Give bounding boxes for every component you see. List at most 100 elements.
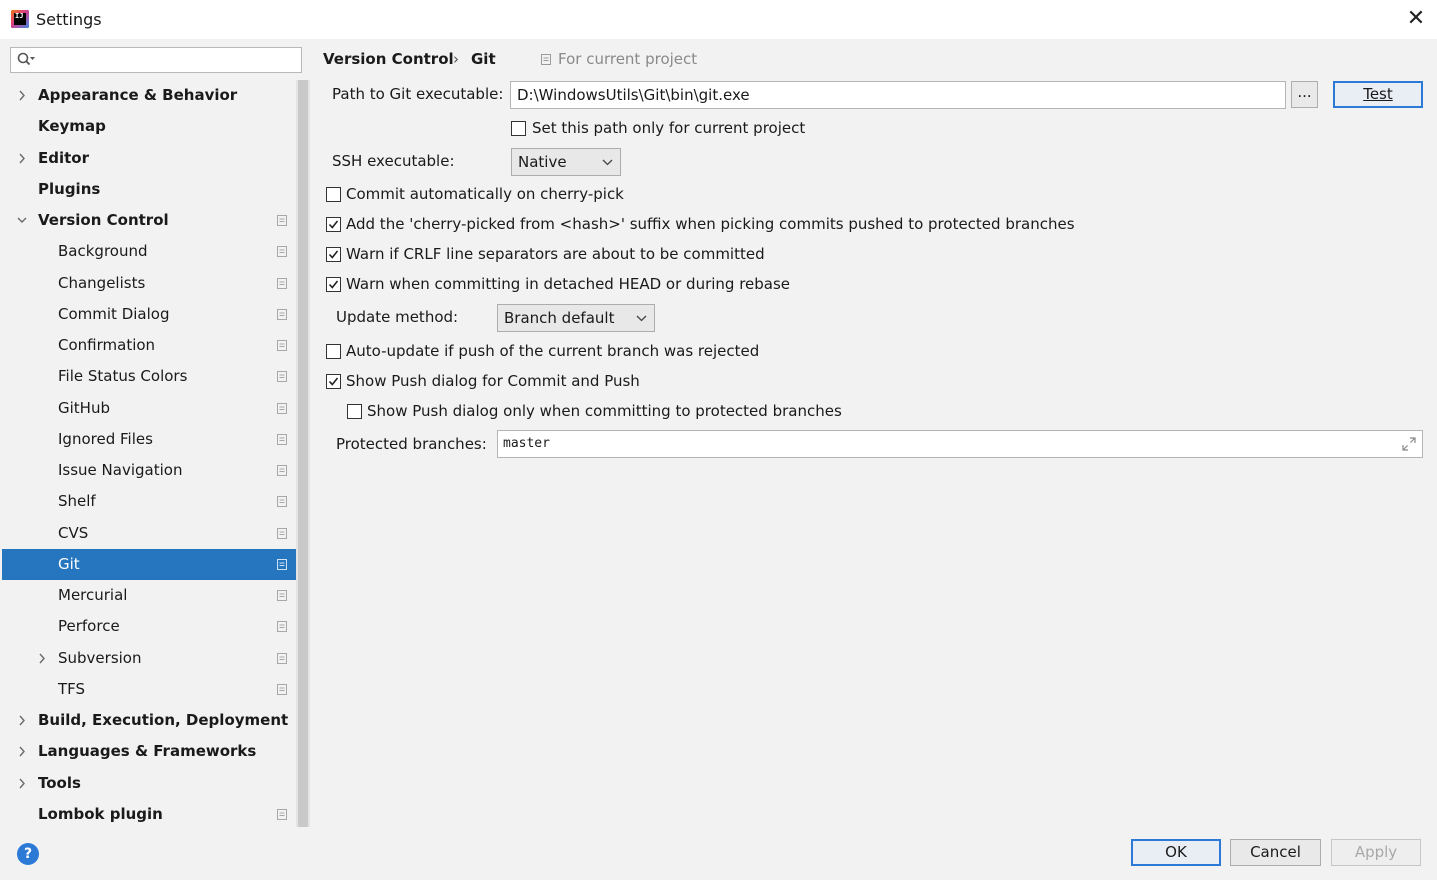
- sidebar-item-label: Changelists: [58, 273, 146, 292]
- sidebar-item-label: Mercurial: [58, 586, 128, 604]
- settings-sidebar: Appearance & Behavior Keymap Editor Plugins…: [2, 39, 310, 827]
- sidebar-item-appearance-and-behavior[interactable]: Appearance & Behavior: [2, 80, 296, 111]
- project-level-icon: [277, 277, 287, 289]
- sidebar-item-commit-dialog[interactable]: Commit Dialog: [2, 299, 296, 330]
- chevron-right-icon[interactable]: [36, 643, 48, 674]
- sidebar-item-ignored-files[interactable]: Ignored Files: [2, 424, 296, 455]
- project-scope-icon: [541, 54, 551, 65]
- sidebar-item-label: Keymap: [38, 117, 106, 136]
- check-icon: [328, 280, 339, 289]
- commit-auto-cherry-pick-checkbox[interactable]: [326, 187, 341, 202]
- chevron-right-icon[interactable]: [16, 705, 28, 736]
- sidebar-scrollbar-thumb[interactable]: [298, 80, 308, 827]
- intellij-app-icon: IJ: [11, 10, 29, 28]
- project-level-icon: [277, 215, 287, 226]
- sidebar-item-lombok-plugin[interactable]: Lombok plugin: [2, 799, 296, 830]
- sidebar-item-build-execution-deployment[interactable]: Build, Execution, Deployment: [2, 705, 296, 736]
- show-push-dialog-label: Show Push dialog for Commit and Push: [346, 372, 640, 390]
- show-push-dialog-checkbox[interactable]: [326, 374, 341, 389]
- git-path-label: Path to Git executable:: [332, 85, 504, 103]
- sidebar-item-file-status-colors[interactable]: File Status Colors: [2, 361, 296, 392]
- sidebar-item-background[interactable]: Background: [2, 236, 296, 267]
- project-level-icon: [277, 558, 287, 570]
- sidebar-item-label: TFS: [58, 679, 86, 698]
- project-level-icon: [277, 465, 287, 476]
- sidebar-item-label: Shelf: [58, 492, 96, 511]
- cherry-picked-suffix-checkbox[interactable]: [326, 217, 341, 232]
- ok-button[interactable]: OK: [1131, 839, 1221, 866]
- sidebar-item-github[interactable]: GitHub: [2, 393, 296, 424]
- sidebar-item-version-control[interactable]: Version Control: [2, 205, 296, 236]
- warn-detached-head-checkbox[interactable]: [326, 277, 341, 292]
- check-icon: [328, 377, 339, 386]
- breadcrumb-separator: ›: [453, 50, 459, 68]
- expand-icon[interactable]: [1402, 437, 1416, 451]
- ssh-executable-label: SSH executable:: [332, 152, 455, 170]
- sidebar-item-tfs[interactable]: TFS: [2, 674, 296, 705]
- sidebar-item-label: Tools: [38, 773, 81, 792]
- browse-button[interactable]: ...: [1291, 81, 1318, 108]
- close-icon[interactable]: ✕: [1403, 6, 1429, 32]
- sidebar-item-label: Lombok plugin: [38, 804, 163, 823]
- sidebar-item-keymap[interactable]: Keymap: [2, 111, 296, 142]
- git-settings-panel: Version Control › Git For current projec…: [312, 39, 1437, 827]
- test-button[interactable]: Test: [1333, 81, 1423, 108]
- sidebar-item-tools[interactable]: Tools: [2, 768, 296, 799]
- cherry-picked-suffix-label: Add the 'cherry-picked from <hash>' suff…: [346, 215, 1075, 233]
- update-method-select[interactable]: Branch default: [497, 304, 655, 332]
- scope-label: For current project: [558, 50, 698, 68]
- check-icon: [328, 250, 339, 259]
- help-icon[interactable]: ?: [17, 843, 39, 865]
- auto-update-push-rejected-checkbox[interactable]: [326, 344, 341, 359]
- chevron-right-icon[interactable]: [16, 143, 28, 174]
- apply-button[interactable]: Apply: [1331, 839, 1421, 866]
- set-path-only-checkbox[interactable]: [511, 121, 526, 136]
- project-level-icon: [277, 433, 287, 445]
- protected-branches-field[interactable]: master: [497, 430, 1423, 458]
- project-level-icon: [277, 246, 287, 258]
- sidebar-item-mercurial[interactable]: Mercurial: [2, 580, 296, 611]
- sidebar-item-perforce[interactable]: Perforce: [2, 611, 296, 642]
- title-bar: IJ Settings ✕: [0, 0, 1437, 39]
- sidebar-item-label: File Status Colors: [58, 367, 188, 386]
- dialog-footer: ? OK Cancel Apply: [0, 827, 1437, 880]
- project-level-icon: [277, 808, 287, 820]
- search-icon: [17, 52, 35, 66]
- sidebar-item-issue-navigation[interactable]: Issue Navigation: [2, 455, 296, 486]
- breadcrumb-parent[interactable]: Version Control: [323, 50, 454, 68]
- sidebar-item-label: CVS: [58, 523, 89, 542]
- project-level-icon: [277, 652, 287, 664]
- show-push-protected-only-label: Show Push dialog only when committing to…: [367, 402, 842, 420]
- sidebar-item-plugins[interactable]: Plugins: [2, 174, 296, 205]
- sidebar-item-git[interactable]: Git: [2, 548, 308, 580]
- sidebar-item-label: Git: [58, 554, 80, 573]
- ssh-executable-select[interactable]: Native: [511, 148, 621, 176]
- sidebar-item-editor[interactable]: Editor: [2, 143, 296, 174]
- protected-branches-value: master: [503, 436, 550, 451]
- project-level-icon: [277, 308, 287, 320]
- project-level-icon: [277, 340, 287, 351]
- sidebar-item-label: Version Control: [38, 211, 169, 229]
- chevron-right-icon[interactable]: [16, 768, 28, 799]
- update-method-value: Branch default: [504, 309, 615, 327]
- sidebar-item-label: Background: [58, 242, 148, 261]
- chevron-down-icon[interactable]: [16, 205, 28, 236]
- sidebar-item-subversion[interactable]: Subversion: [2, 643, 296, 674]
- warn-crlf-checkbox[interactable]: [326, 247, 341, 262]
- project-level-icon: [277, 496, 287, 508]
- settings-search-input[interactable]: [10, 47, 302, 73]
- chevron-right-icon[interactable]: [16, 736, 28, 767]
- sidebar-item-confirmation[interactable]: Confirmation: [2, 330, 296, 361]
- chevron-right-icon[interactable]: [16, 80, 28, 111]
- git-path-field[interactable]: D:\WindowsUtils\Git\bin\git.exe: [510, 81, 1286, 109]
- sidebar-item-shelf[interactable]: Shelf: [2, 486, 296, 517]
- sidebar-item-languages-and-frameworks[interactable]: Languages & Frameworks: [2, 736, 296, 767]
- cancel-button[interactable]: Cancel: [1230, 839, 1321, 866]
- sidebar-item-changelists[interactable]: Changelists: [2, 268, 296, 299]
- sidebar-item-cvs[interactable]: CVS: [2, 518, 296, 549]
- show-push-protected-only-checkbox[interactable]: [347, 404, 362, 419]
- sidebar-item-label: Build, Execution, Deployment: [38, 711, 289, 729]
- sidebar-item-label: Commit Dialog: [58, 304, 170, 323]
- project-level-icon: [277, 590, 287, 601]
- project-level-icon: [277, 371, 287, 383]
